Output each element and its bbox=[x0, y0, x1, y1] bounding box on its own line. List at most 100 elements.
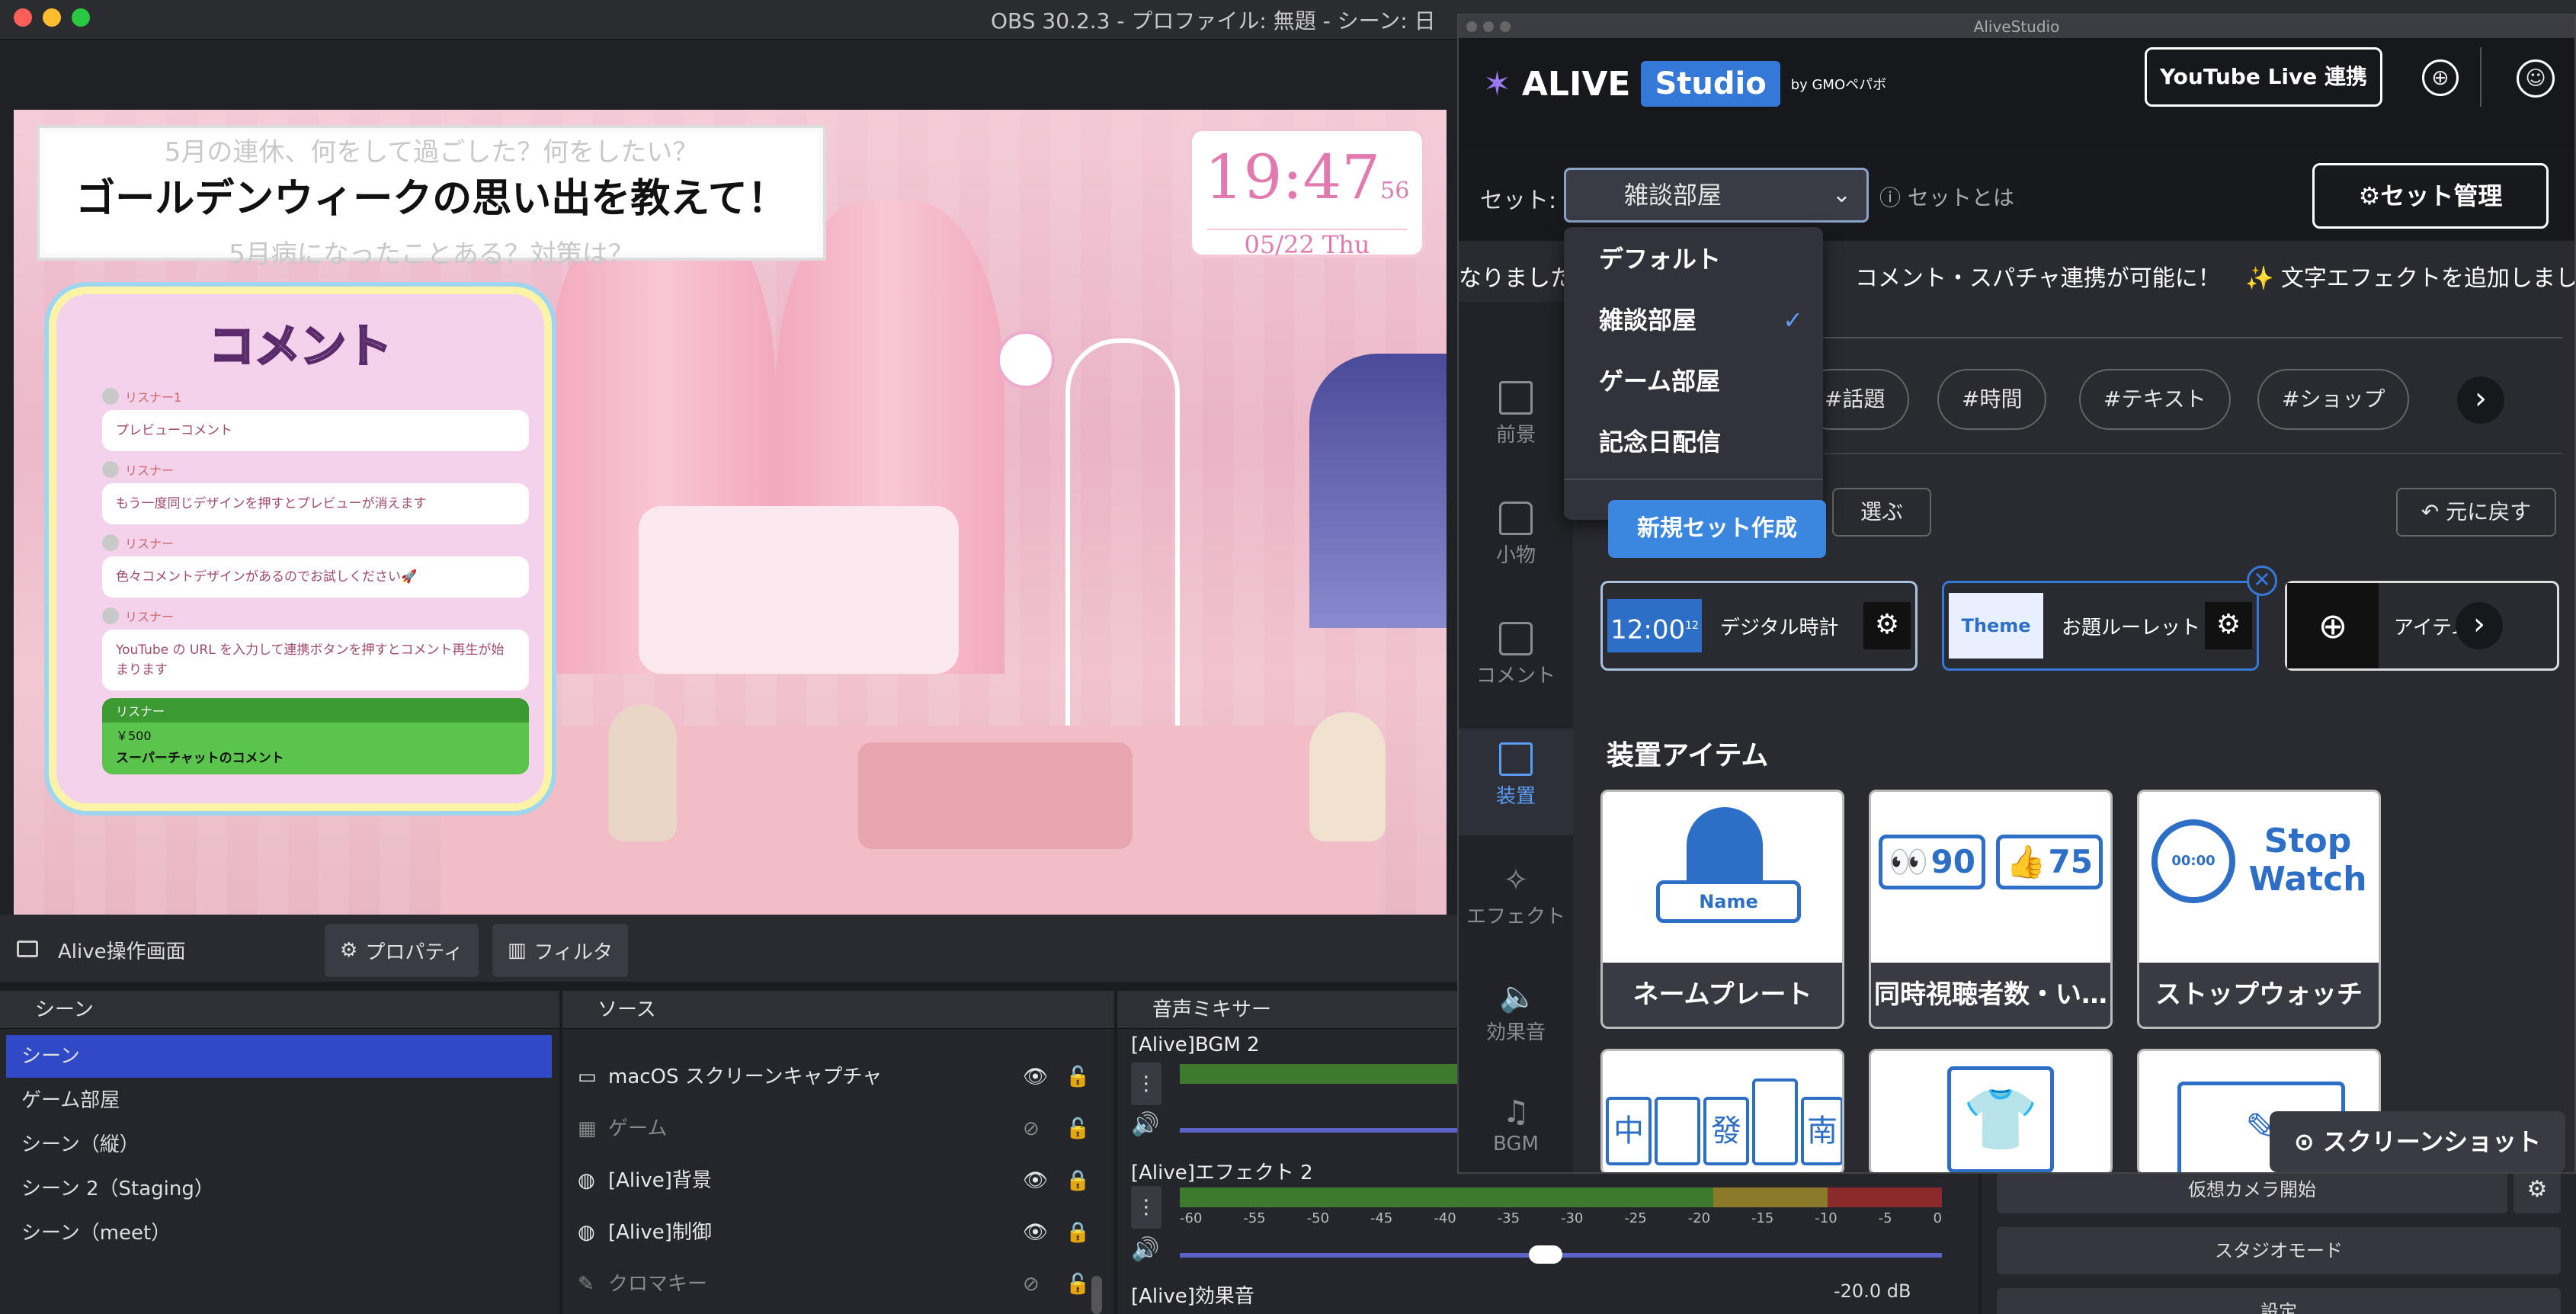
dropdown-item[interactable]: ゲーム部屋 bbox=[1564, 351, 1823, 412]
close-window-button[interactable] bbox=[14, 8, 32, 27]
display-icon: ▭ bbox=[578, 1066, 597, 1088]
sidebar-item-foreground[interactable]: 前景 bbox=[1459, 381, 1573, 447]
stream-preview[interactable]: 5月の連休、何をして過ごした？何をしたい？ ゴールデンウィークの思い出を教えて！… bbox=[14, 110, 1447, 915]
dropdown-item[interactable]: 記念日配信 bbox=[1564, 412, 1823, 473]
eye-hidden-icon[interactable]: ⊘ bbox=[1023, 1105, 1065, 1152]
bed bbox=[639, 506, 959, 674]
volume-meter bbox=[1180, 1187, 1942, 1207]
speaker-icon[interactable]: 🔊 bbox=[1131, 1111, 1161, 1149]
comment-icon bbox=[1499, 622, 1533, 655]
reset-button[interactable]: ↶ 元に戻す bbox=[2396, 488, 2556, 537]
speaker-icon[interactable]: 🔊 bbox=[1131, 1236, 1161, 1274]
dropdown-item-selected[interactable]: 雑談部屋 ✓ bbox=[1564, 290, 1823, 351]
comment-item: リスナー1 プレビューコメント bbox=[102, 387, 529, 451]
tags-next-button[interactable]: › bbox=[2457, 377, 2504, 424]
dropdown-item[interactable]: デフォルト bbox=[1564, 229, 1823, 290]
set-help-link[interactable]: ⓘ セットとは bbox=[1879, 181, 2014, 212]
placed-item-digital-clock[interactable]: 12:0012 デジタル時計 ⚙ bbox=[1600, 581, 1918, 671]
gear-icon[interactable]: ⚙ bbox=[2205, 602, 2252, 649]
sidebar-item-sound-effect[interactable]: 🔈 効果音 bbox=[1459, 979, 1573, 1045]
keyboard bbox=[858, 742, 1133, 849]
zoom-window-button[interactable] bbox=[1500, 21, 1511, 32]
sidebar-item-device[interactable]: 装置 bbox=[1459, 729, 1573, 835]
alive-logo: ✶ ALIVE Studio by GMOペパボ bbox=[1483, 61, 1886, 107]
volume-slider-handle[interactable] bbox=[1529, 1245, 1562, 1264]
minimize-window-button[interactable] bbox=[43, 8, 61, 27]
viewer-count-art: 👀 90 bbox=[1879, 835, 1985, 889]
remove-item-close-icon[interactable]: ✕ bbox=[2247, 566, 2277, 596]
device-item-mahjong[interactable]: 中 發 南 bbox=[1600, 1049, 1844, 1172]
scene-item[interactable]: ゲーム部屋 bbox=[6, 1079, 552, 1122]
scenes-dock-title: シーン bbox=[0, 991, 559, 1029]
scene-item[interactable]: シーン bbox=[6, 1035, 552, 1078]
foreground-icon bbox=[1499, 381, 1533, 415]
sidebar-item-effect[interactable]: ✧ エフェクト bbox=[1459, 863, 1573, 929]
channel-menu-button[interactable]: ⋮ bbox=[1131, 1062, 1161, 1105]
tag-chip[interactable]: #テキスト bbox=[2079, 369, 2231, 430]
scene-item[interactable]: シーン（縦） bbox=[6, 1123, 552, 1166]
alive-studio-window: AliveStudio ✶ ALIVE Studio by GMOペパボ You… bbox=[1457, 14, 2576, 1174]
account-icon[interactable]: ☺ bbox=[2517, 59, 2555, 98]
main-scrollbar[interactable] bbox=[2562, 302, 2573, 1172]
close-window-button[interactable] bbox=[1466, 21, 1477, 32]
unlock-icon[interactable]: 🔓 bbox=[1065, 1053, 1096, 1101]
display-icon bbox=[17, 941, 38, 957]
minimize-window-button[interactable] bbox=[1483, 21, 1494, 32]
sidebar-item-comment[interactable]: コメント bbox=[1459, 622, 1573, 688]
set-select[interactable]: 雑談部屋 ⌄ bbox=[1564, 168, 1869, 223]
tile-blank-icon bbox=[1752, 1078, 1798, 1165]
set-manage-button[interactable]: ⚙セット管理 bbox=[2312, 163, 2549, 229]
selected-source-name: Alive操作画面 bbox=[58, 941, 186, 963]
obs-preview-area[interactable]: 5月の連休、何をして過ごした？何をしたい？ ゴールデンウィークの思い出を教えて！… bbox=[0, 40, 1457, 915]
source-item[interactable]: ▭ macOS スクリーンキャプチャ 👁 🔓 bbox=[578, 1053, 1096, 1101]
device-item-shop[interactable]: 👕 bbox=[1869, 1049, 2113, 1172]
mixer-channel-name: [Alive]エフェクト 2 bbox=[1131, 1162, 1313, 1184]
choose-button[interactable]: 選ぶ bbox=[1832, 488, 1931, 537]
placed-item-add[interactable]: ⊕ アイテム配 bbox=[2285, 581, 2559, 671]
screenshot-button[interactable]: ⊙ スクリーンショット bbox=[2270, 1111, 2565, 1172]
source-item[interactable]: ✎ クロマキー ⊘ 🔓 bbox=[578, 1261, 1096, 1308]
mixer-channel-name: [Alive]効果音 bbox=[1131, 1285, 1254, 1308]
eye-icon[interactable]: 👁 bbox=[1023, 1209, 1065, 1256]
gear-icon: ⚙ bbox=[2358, 181, 2381, 210]
studio-mode-button[interactable]: スタジオモード bbox=[1997, 1227, 2561, 1274]
gear-icon[interactable]: ⚙ bbox=[1863, 602, 1911, 649]
eye-icon[interactable]: 👁 bbox=[1023, 1157, 1065, 1204]
language-globe-icon[interactable]: ⊕ bbox=[2422, 59, 2459, 96]
tag-chip[interactable]: #時間 bbox=[1937, 369, 2047, 430]
source-item[interactable]: ◍ [Alive]制御 👁 🔒 bbox=[578, 1209, 1096, 1256]
device-item-nameplate[interactable]: Name ネームプレート bbox=[1600, 790, 1844, 1029]
device-item-stopwatch[interactable]: 00:00 Stop Watch ストップウォッチ bbox=[2137, 790, 2381, 1029]
sources-dock-title: ソース bbox=[562, 991, 1114, 1029]
zoom-window-button[interactable] bbox=[72, 8, 90, 27]
comment-item: リスナー 色々コメントデザインがあるのでお試しください🚀 bbox=[102, 534, 529, 598]
scene-item[interactable]: シーン（meet） bbox=[6, 1212, 552, 1255]
youtube-live-link-button[interactable]: YouTube Live 連携 bbox=[2145, 47, 2382, 107]
tshirt-icon: 👕 bbox=[1947, 1066, 2054, 1172]
device-item-viewer-count[interactable]: 👀 90 👍 75 同時視聴者数・い… bbox=[1869, 790, 2113, 1029]
unlock-icon[interactable]: 🔓 bbox=[1065, 1105, 1096, 1152]
source-item[interactable]: ▦ ゲーム ⊘ 🔓 bbox=[578, 1105, 1096, 1152]
sidebar-item-bgm[interactable]: ♫ BGM bbox=[1459, 1094, 1573, 1155]
placed-item-theme-roulette[interactable]: Theme お題ルーレット ⚙ bbox=[1942, 581, 2259, 671]
settings-button[interactable]: 設定 bbox=[1997, 1288, 2561, 1314]
question-sub-top: 5月の連休、何をして過ごした？何をしたい？ bbox=[164, 137, 699, 168]
question-main: ゴールデンウィークの思い出を教えて！ bbox=[75, 176, 787, 222]
sources-scrollbar[interactable] bbox=[1091, 1276, 1102, 1314]
source-item[interactable]: ◍ [Alive]背景 👁 🔒 bbox=[578, 1157, 1096, 1204]
tag-chip[interactable]: #ショップ bbox=[2257, 369, 2410, 430]
sources-dock: ソース ▭ macOS スクリーンキャプチャ 👁 🔓 ▦ ゲーム ⊘ 🔓 ◍ [Alive]背… bbox=[562, 991, 1114, 1314]
eye-hidden-icon[interactable]: ⊘ bbox=[1023, 1261, 1065, 1308]
lock-icon[interactable]: 🔒 bbox=[1065, 1209, 1096, 1256]
lock-icon[interactable]: 🔒 bbox=[1065, 1157, 1096, 1204]
sidebar-item-accessory[interactable]: 小物 bbox=[1459, 502, 1573, 568]
new-set-button[interactable]: 新規セット作成 bbox=[1608, 500, 1826, 558]
placed-next-button[interactable]: › bbox=[2456, 602, 2503, 649]
filters-button[interactable]: ▥ フィルタ bbox=[492, 924, 629, 977]
scene-item[interactable]: シーン 2（Staging） bbox=[6, 1168, 552, 1210]
channel-menu-button[interactable]: ⋮ bbox=[1131, 1186, 1161, 1229]
eye-icon[interactable]: 👁 bbox=[1023, 1053, 1065, 1101]
gear-icon: ⚙ bbox=[340, 939, 358, 962]
add-icon: ⊕ bbox=[2287, 583, 2379, 668]
properties-button[interactable]: ⚙ プロパティ bbox=[325, 924, 479, 977]
